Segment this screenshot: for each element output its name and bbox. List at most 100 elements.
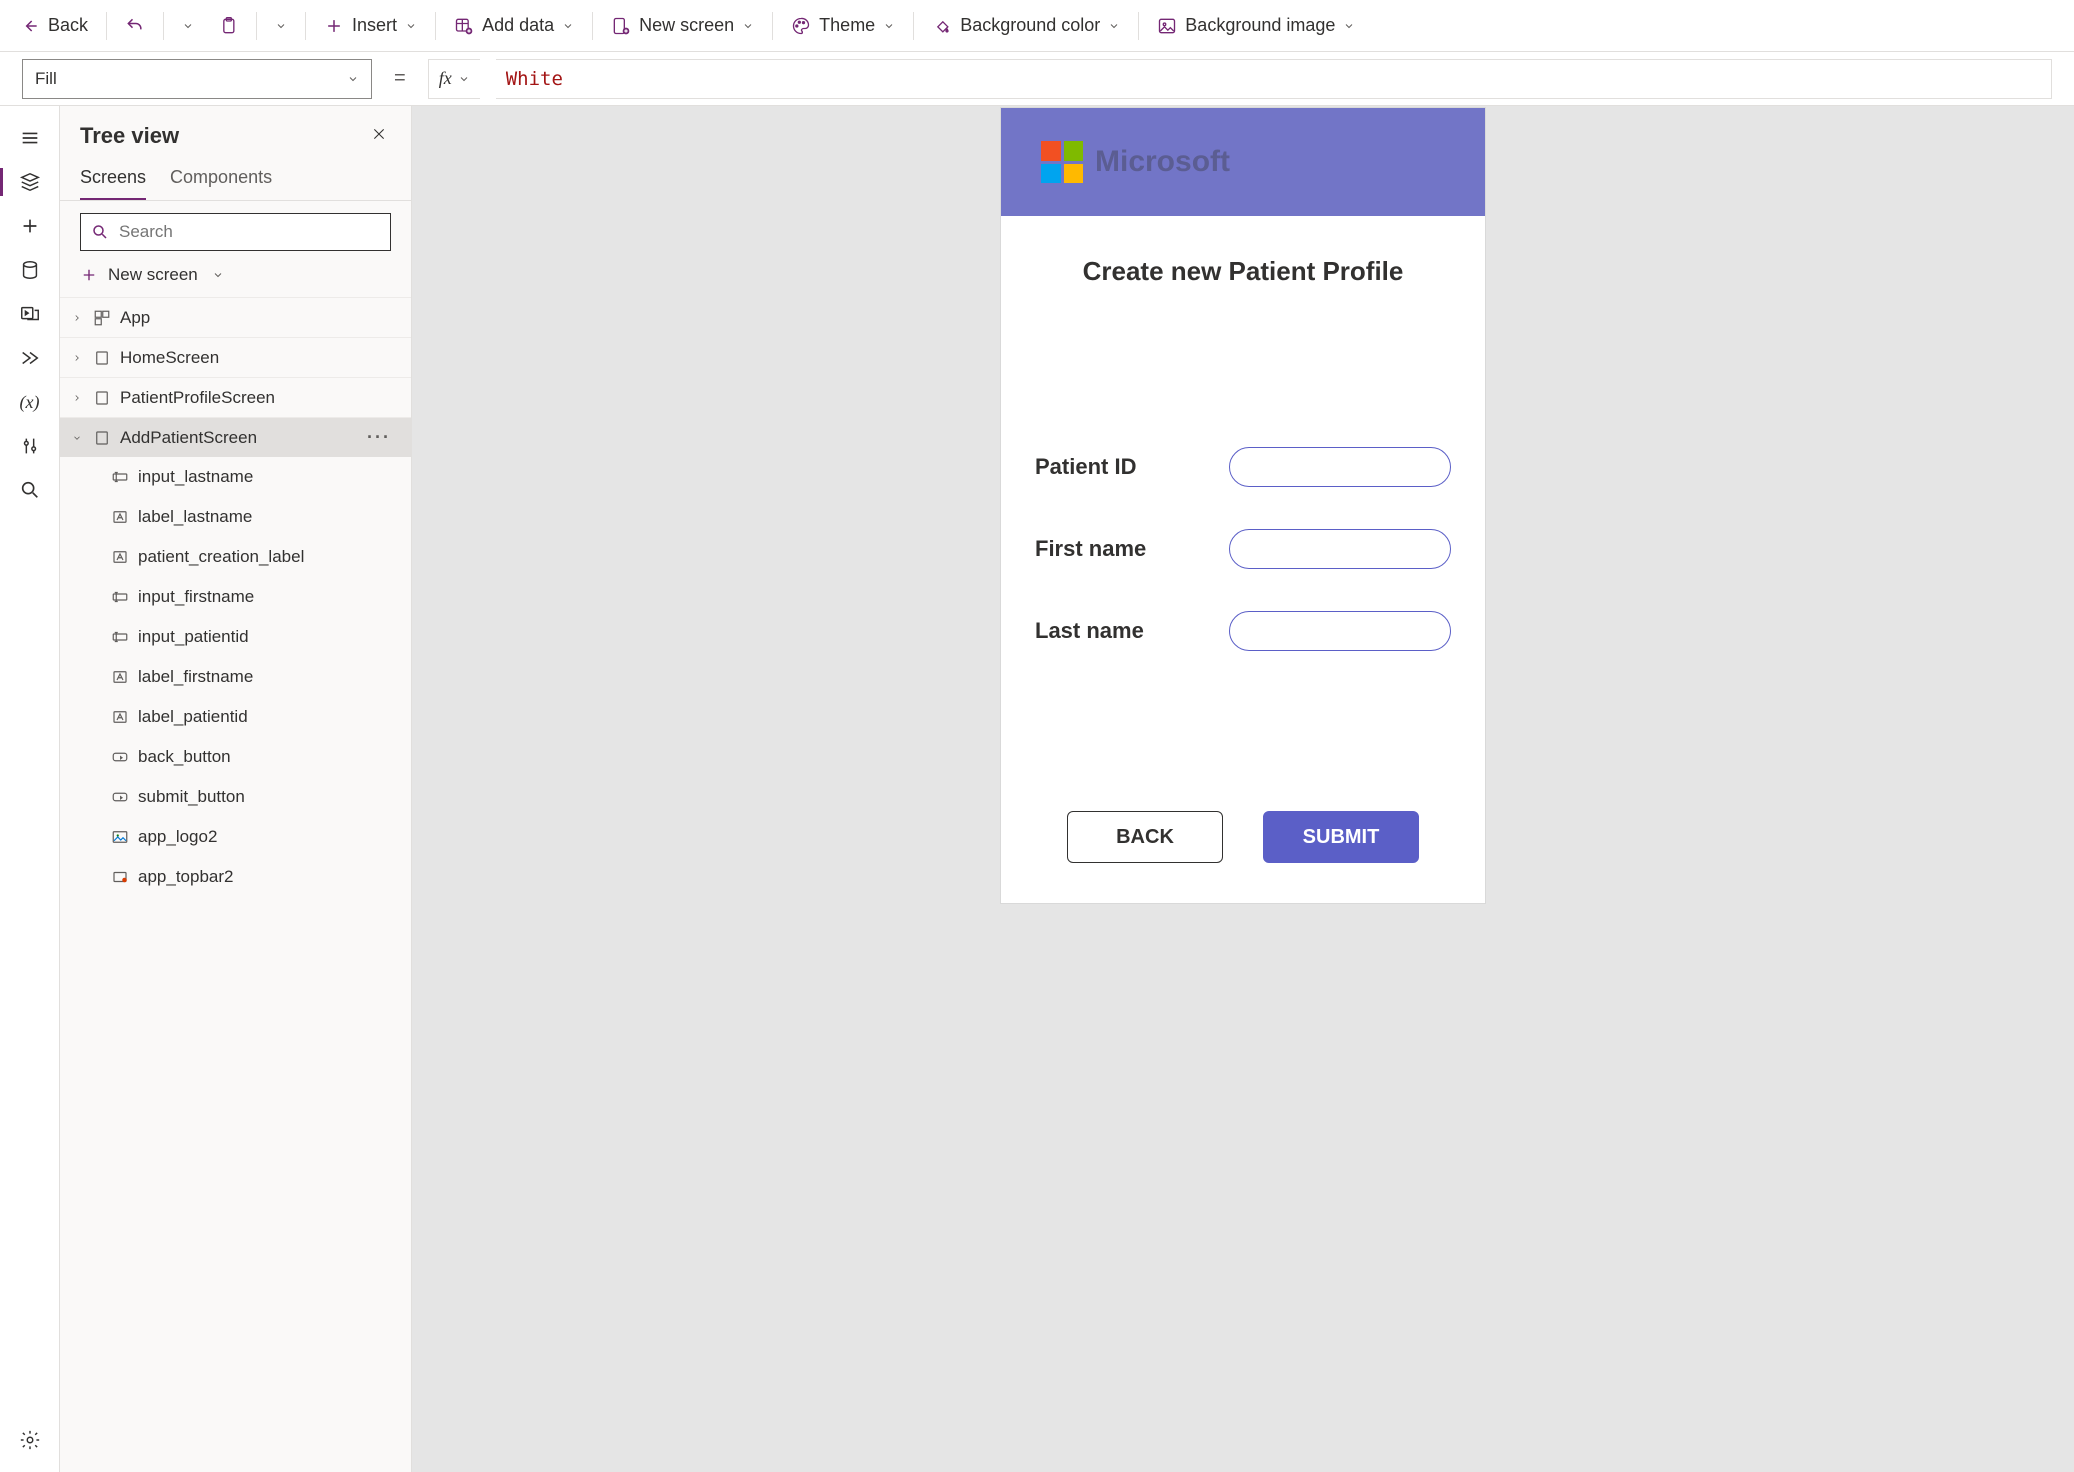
back-button[interactable]: Back <box>10 9 98 42</box>
paste-more-button[interactable] <box>265 14 297 38</box>
tree-node-addpatientscreen[interactable]: AddPatientScreen ··· <box>60 417 411 457</box>
separator <box>305 12 306 40</box>
undo-button[interactable] <box>115 10 155 42</box>
add-data-button[interactable]: Add data <box>444 9 584 42</box>
theme-label: Theme <box>819 15 875 36</box>
data-button[interactable] <box>6 250 54 290</box>
plus-icon <box>324 16 344 36</box>
paint-bucket-icon <box>932 16 952 36</box>
chevron-right-icon <box>70 393 84 403</box>
chevron-down-icon <box>182 20 194 32</box>
chevron-down-icon <box>275 20 287 32</box>
arrow-left-icon <box>20 16 40 36</box>
insert-button[interactable]: Insert <box>314 9 427 42</box>
power-automate-button[interactable] <box>6 338 54 378</box>
control-icon <box>110 828 130 846</box>
new-screen-button[interactable]: New screen <box>601 9 764 42</box>
input-firstname[interactable] <box>1229 529 1451 569</box>
tree-node-input_lastname[interactable]: input_lastname <box>60 457 411 497</box>
hamburger-button[interactable] <box>6 118 54 158</box>
variables-button[interactable]: (x) <box>6 382 54 422</box>
control-icon <box>110 588 130 606</box>
separator <box>256 12 257 40</box>
label-firstname: First name <box>1035 536 1146 562</box>
chevron-down-icon <box>347 73 359 85</box>
control-icon <box>110 788 130 806</box>
input-patientid[interactable] <box>1229 447 1451 487</box>
tree-node-app_logo2[interactable]: app_logo2 <box>60 817 411 857</box>
tree-node-label_firstname[interactable]: label_firstname <box>60 657 411 697</box>
back-form-button[interactable]: BACK <box>1067 811 1223 863</box>
node-label: AddPatientScreen <box>120 428 257 448</box>
separator <box>1138 12 1139 40</box>
back-form-label: BACK <box>1116 826 1174 849</box>
control-icon <box>110 708 130 726</box>
separator <box>106 12 107 40</box>
new-screen-row[interactable]: New screen <box>60 259 411 297</box>
search-input[interactable] <box>119 222 380 242</box>
paste-button[interactable] <box>208 10 248 42</box>
node-label: app_topbar2 <box>138 867 233 887</box>
new-screen-label: New screen <box>108 265 198 285</box>
undo-more-button[interactable] <box>172 14 204 38</box>
property-select[interactable]: Fill <box>22 59 372 99</box>
search-button[interactable] <box>6 470 54 510</box>
submit-button[interactable]: SUBMIT <box>1263 811 1419 863</box>
tree-node-input_firstname[interactable]: input_firstname <box>60 577 411 617</box>
microsoft-logo-icon <box>1041 141 1083 183</box>
equals-sign: = <box>388 67 412 90</box>
variable-icon: (x) <box>20 392 40 413</box>
ellipsis-icon: ··· <box>367 427 391 447</box>
clipboard-icon <box>218 16 238 36</box>
tree-node-submit_button[interactable]: submit_button <box>60 777 411 817</box>
tree-node-app_topbar2[interactable]: app_topbar2 <box>60 857 411 897</box>
separator <box>772 12 773 40</box>
tree-title: Tree view <box>80 123 179 149</box>
search-box[interactable] <box>80 213 391 251</box>
tree-view-button[interactable] <box>6 162 54 202</box>
input-lastname[interactable] <box>1229 611 1451 651</box>
insert-label: Insert <box>352 15 397 36</box>
advanced-tools-button[interactable] <box>6 426 54 466</box>
brand-text: Microsoft <box>1095 145 1230 179</box>
close-panel-button[interactable] <box>367 122 391 149</box>
insert-pane-button[interactable] <box>6 206 54 246</box>
formula-bar: Fill = fx <box>0 52 2074 106</box>
chevron-down-icon <box>742 20 754 32</box>
chevron-down-icon <box>458 73 470 85</box>
control-icon <box>110 508 130 526</box>
chevron-down-icon <box>883 20 895 32</box>
tree-node-patient_creation_label[interactable]: patient_creation_label <box>60 537 411 577</box>
tree-node-homescreen[interactable]: HomeScreen <box>60 337 411 377</box>
app-preview: Microsoft Create new Patient Profile Pat… <box>1001 108 1485 903</box>
tree-node-app[interactable]: App <box>60 297 411 337</box>
node-label: App <box>120 308 150 328</box>
bg-image-label: Background image <box>1185 15 1335 36</box>
tree-node-label_patientid[interactable]: label_patientid <box>60 697 411 737</box>
node-label: label_patientid <box>138 707 248 727</box>
media-button[interactable] <box>6 294 54 334</box>
tab-components[interactable]: Components <box>170 157 272 200</box>
bg-color-button[interactable]: Background color <box>922 9 1130 42</box>
tab-screens[interactable]: Screens <box>80 157 146 200</box>
tree-node-input_patientid[interactable]: input_patientid <box>60 617 411 657</box>
table-plus-icon <box>454 16 474 36</box>
tree-tabs: Screens Components <box>60 157 411 201</box>
tree-node-patientprofilescreen[interactable]: PatientProfileScreen <box>60 377 411 417</box>
bg-image-button[interactable]: Background image <box>1147 9 1365 42</box>
left-rail: (x) <box>0 106 60 1472</box>
tree-node-back_button[interactable]: back_button <box>60 737 411 777</box>
screen-icon <box>92 389 112 407</box>
fx-button[interactable]: fx <box>428 59 480 99</box>
new-screen-label: New screen <box>639 15 734 36</box>
search-icon <box>91 223 109 241</box>
tree-node-label_lastname[interactable]: label_lastname <box>60 497 411 537</box>
theme-button[interactable]: Theme <box>781 9 905 42</box>
settings-button[interactable] <box>6 1420 54 1460</box>
separator <box>435 12 436 40</box>
more-button[interactable]: ··· <box>367 427 401 448</box>
node-label: input_firstname <box>138 587 254 607</box>
control-icon <box>110 748 130 766</box>
palette-icon <box>791 16 811 36</box>
formula-input[interactable] <box>496 59 2052 99</box>
